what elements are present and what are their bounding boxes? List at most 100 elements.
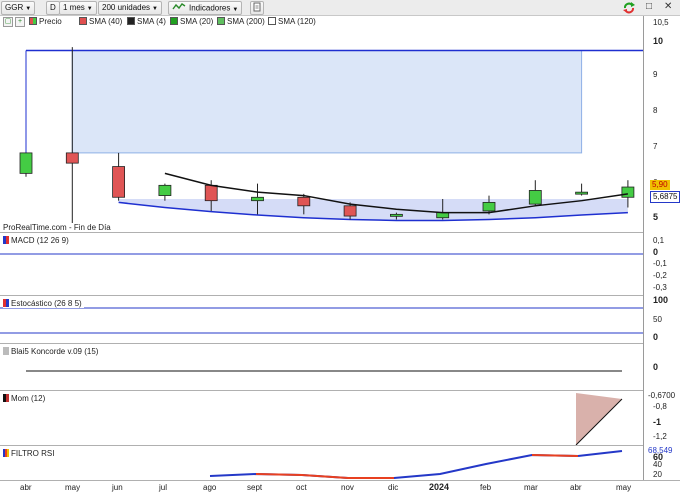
macd-panel[interactable]: MACD (12 26 9) bbox=[0, 232, 643, 295]
koncorde-swatch-icon bbox=[3, 347, 9, 355]
candle-body bbox=[112, 166, 125, 198]
candle-body bbox=[204, 184, 218, 202]
toolbar: GGR ▼ D 1 mes ▼ 200 unidades ▼ Indicadores ▼… bbox=[0, 0, 680, 16]
stochastic-label-text: Estocástico (26 8 5) bbox=[11, 299, 82, 308]
price-badge-current: 5,90 bbox=[650, 180, 670, 190]
price-badge-band: 5,6875 bbox=[650, 191, 680, 203]
x-tick: nov bbox=[341, 483, 354, 492]
legend-item-sma4[interactable]: SMA (4) bbox=[127, 16, 166, 28]
units-select[interactable]: 200 unidades ▼ bbox=[98, 1, 162, 15]
stoch-swatch-icon bbox=[3, 299, 9, 307]
price-panel[interactable]: ProRealTime.com - Fin de Día bbox=[0, 28, 643, 232]
x-tick: sept bbox=[247, 483, 263, 492]
x-tick-year: 2024 bbox=[429, 482, 450, 492]
price-swatch-icon bbox=[29, 17, 37, 25]
candle-body bbox=[575, 191, 588, 195]
price-tick: 5 bbox=[653, 212, 659, 222]
ticker-select[interactable]: GGR ▼ bbox=[1, 1, 36, 15]
export-button[interactable] bbox=[250, 1, 264, 15]
candle-body bbox=[158, 184, 172, 196]
macd-label-text: MACD (12 26 9) bbox=[11, 236, 69, 245]
x-tick: jul bbox=[159, 483, 168, 492]
stoch-tick: 100 bbox=[653, 295, 669, 305]
restore-button[interactable]: □ bbox=[643, 1, 655, 15]
macd-chart bbox=[0, 253, 643, 255]
rsi-tick: 40 bbox=[653, 460, 662, 469]
swatch-icon bbox=[217, 17, 225, 25]
legend-label: SMA (120) bbox=[278, 17, 316, 26]
ticker-label: GGR bbox=[5, 3, 24, 12]
units-label: 200 unidades bbox=[102, 3, 151, 12]
add-indicator-button[interactable]: + bbox=[15, 17, 25, 27]
candle-body bbox=[621, 186, 635, 198]
koncorde-label-text: Blai5 Koncorde v.09 (15) bbox=[11, 347, 99, 356]
panel-settings-button[interactable]: ▢ bbox=[3, 17, 13, 27]
legend-label: Precio bbox=[39, 17, 62, 26]
mom-tick: -1 bbox=[653, 417, 662, 427]
koncorde-tick: 0 bbox=[653, 362, 659, 372]
macd-tick: -0,1 bbox=[653, 259, 667, 268]
refresh-icon bbox=[622, 2, 636, 16]
price-tick: 10,5 bbox=[653, 18, 669, 27]
stoch-tick: 50 bbox=[653, 315, 662, 324]
legend-item-sma200[interactable]: SMA (200) bbox=[217, 16, 265, 28]
rsi-swatch-icon bbox=[3, 449, 9, 457]
x-tick: ago bbox=[203, 483, 217, 492]
x-axis: abr may jun jul ago sept oct nov dic 202… bbox=[0, 480, 680, 492]
price-tick: 7 bbox=[653, 142, 658, 151]
mom-tick: -0,8 bbox=[653, 402, 667, 411]
export-icon bbox=[253, 2, 261, 14]
watermark: ProRealTime.com - Fin de Día bbox=[3, 223, 113, 232]
legend-item-sma20[interactable]: SMA (20) bbox=[170, 16, 213, 28]
refresh-button[interactable] bbox=[622, 1, 636, 15]
mom-panel[interactable]: Mom (12) bbox=[0, 390, 643, 446]
mom-tick: -0,6700 bbox=[648, 391, 676, 400]
stochastic-panel[interactable]: Estocástico (26 8 5) bbox=[0, 295, 643, 343]
legend-item-precio[interactable]: Precio bbox=[29, 16, 62, 28]
x-tick: dic bbox=[388, 483, 399, 492]
rsi-panel[interactable]: FILTRO RSI bbox=[0, 445, 643, 480]
rsi-line-red-2 bbox=[531, 454, 579, 457]
timeframe-select[interactable]: 1 mes ▼ bbox=[59, 1, 97, 15]
drawn-zone bbox=[71, 49, 583, 154]
legend-item-sma120[interactable]: SMA (120) bbox=[268, 16, 316, 28]
x-tick: may bbox=[616, 483, 632, 492]
rsi-line-red-1 bbox=[255, 473, 394, 479]
swatch-icon bbox=[127, 17, 135, 25]
price-tick: 9 bbox=[653, 70, 658, 79]
x-tick: mar bbox=[524, 483, 538, 492]
indicators-label: Indicadores bbox=[189, 3, 231, 13]
x-tick: feb bbox=[480, 483, 492, 492]
macd-label: MACD (12 26 9) bbox=[3, 236, 71, 245]
price-tick: 8 bbox=[653, 106, 658, 115]
x-tick: may bbox=[65, 483, 81, 492]
rsi-line-end bbox=[577, 450, 623, 457]
koncorde-label: Blai5 Koncorde v.09 (15) bbox=[3, 347, 101, 356]
resize-icon: ▢ bbox=[4, 18, 12, 25]
rsi-tick: 20 bbox=[653, 470, 662, 479]
candle-body bbox=[65, 152, 79, 164]
mom-chart bbox=[575, 393, 623, 446]
price-legend: ▢ + Precio SMA (40) SMA (4) SMA (20) SMA… bbox=[0, 16, 643, 28]
macd-tick: 0 bbox=[653, 247, 659, 257]
mom-swatch-icon bbox=[3, 394, 9, 402]
chevron-down-icon: ▼ bbox=[152, 6, 158, 12]
candle-body bbox=[19, 152, 33, 174]
stochastic-chart bbox=[0, 307, 643, 334]
indicators-button[interactable]: Indicadores ▼ bbox=[168, 1, 243, 15]
candle-body bbox=[251, 196, 264, 202]
chevron-down-icon: ▼ bbox=[25, 6, 32, 12]
rsi-chart bbox=[209, 450, 623, 479]
legend-label: SMA (200) bbox=[227, 17, 265, 26]
swatch-icon bbox=[268, 17, 276, 25]
koncorde-panel[interactable]: Blai5 Koncorde v.09 (15) bbox=[0, 343, 643, 390]
plus-icon: + bbox=[17, 18, 23, 25]
legend-item-sma40[interactable]: SMA (40) bbox=[79, 16, 122, 28]
macd-tick: -0,2 bbox=[653, 271, 667, 280]
timeframe-label: 1 mes bbox=[63, 3, 85, 12]
restore-icon: □ bbox=[646, 1, 653, 12]
period-button[interactable]: D bbox=[46, 1, 60, 15]
close-button[interactable]: ✕ bbox=[661, 1, 675, 15]
legend-label: SMA (40) bbox=[89, 17, 123, 26]
candle-body bbox=[436, 212, 450, 219]
